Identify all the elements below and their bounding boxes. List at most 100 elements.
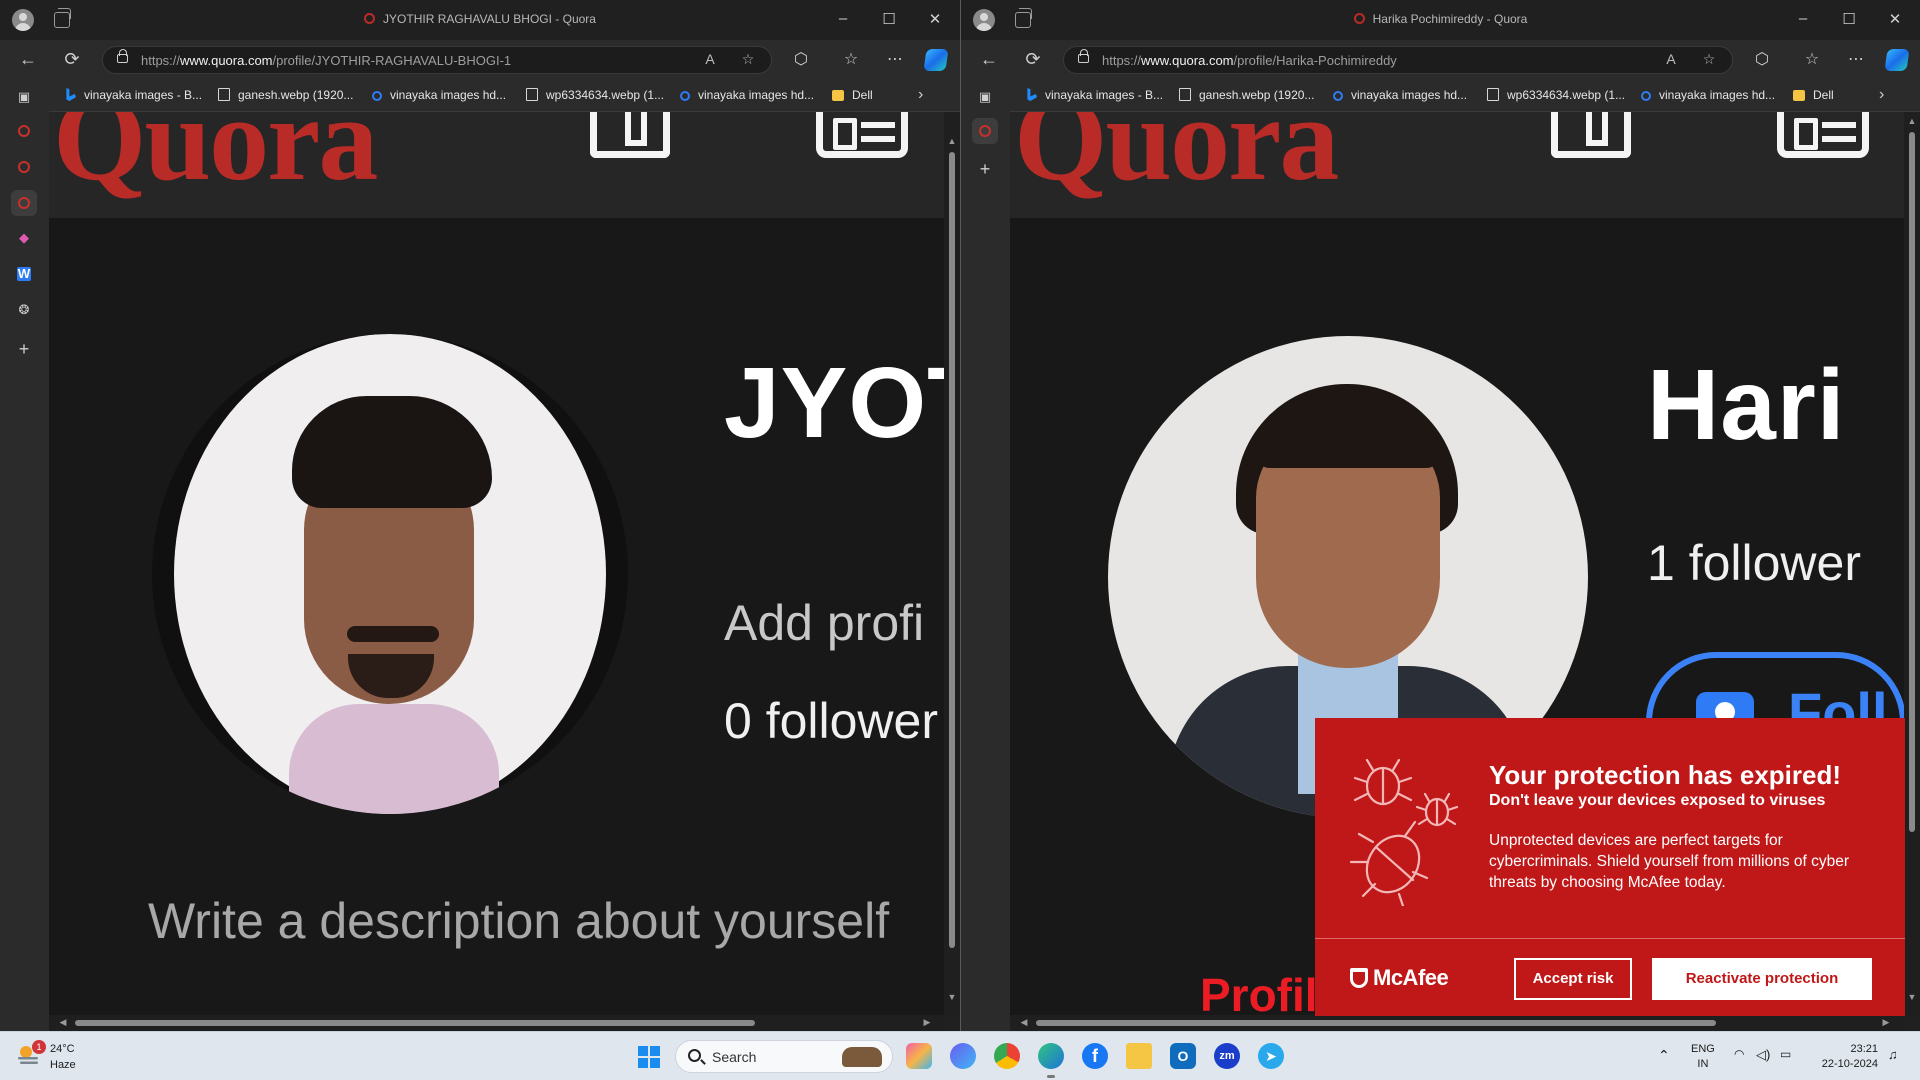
back-arrow-icon[interactable]: ← xyxy=(16,49,40,70)
tab-layout-icon[interactable]: ▣ xyxy=(978,90,992,104)
volume-icon[interactable]: ◁) xyxy=(1756,1047,1770,1063)
add-tab-icon[interactable]: + xyxy=(17,340,31,358)
sidebar-tab-active[interactable] xyxy=(972,118,998,144)
minimize-button[interactable]: – xyxy=(1793,10,1813,27)
followers-count[interactable]: 1 follower xyxy=(1647,534,1861,592)
maximize-button[interactable]: ☐ xyxy=(1839,10,1859,28)
minimize-button[interactable]: – xyxy=(833,10,853,27)
windows-start-icon[interactable] xyxy=(638,1046,660,1068)
read-aloud-icon[interactable]: A xyxy=(1662,51,1680,67)
quora-logo[interactable]: Quora xyxy=(53,112,378,208)
teams-app-icon[interactable] xyxy=(950,1043,976,1069)
vertical-scrollbar[interactable]: ▲ ▼ xyxy=(944,112,960,1017)
sidebar-tab-active[interactable] xyxy=(11,190,37,216)
scroll-thumb[interactable] xyxy=(949,152,955,948)
home-icon[interactable] xyxy=(1551,112,1631,158)
extensions-icon[interactable]: ⬡ xyxy=(1751,49,1773,69)
close-button[interactable]: ✕ xyxy=(1885,10,1905,28)
language-indicator[interactable]: ENG IN xyxy=(1691,1042,1715,1072)
horizontal-scrollbar[interactable]: ◀ ▶ xyxy=(1010,1015,1904,1031)
description-placeholder[interactable]: Write a description about yourself xyxy=(148,892,889,950)
favorite-item[interactable]: wp6334634.webp (1... xyxy=(1487,88,1625,102)
facebook-app-icon[interactable]: f xyxy=(1082,1043,1108,1069)
refresh-icon[interactable]: ⟳ xyxy=(60,49,84,70)
favorite-item[interactable]: vinayaka images - B... xyxy=(1025,88,1163,102)
favorites-icon[interactable]: ☆ xyxy=(840,49,862,69)
taskbar-search-box[interactable]: Search xyxy=(675,1040,893,1073)
weather-temperature[interactable]: 24°C xyxy=(50,1043,75,1055)
favorite-item[interactable]: vinayaka images hd... xyxy=(1333,88,1467,102)
scroll-thumb[interactable] xyxy=(1036,1020,1716,1026)
favorites-icon[interactable]: ☆ xyxy=(1801,49,1823,69)
battery-icon[interactable]: ▭ xyxy=(1780,1047,1791,1061)
sidebar-tab[interactable]: ❂ xyxy=(11,298,37,324)
clock[interactable]: 23:21 22-10-2024 xyxy=(1814,1042,1878,1072)
chrome-app-icon[interactable] xyxy=(994,1043,1020,1069)
file-explorer-icon[interactable] xyxy=(1126,1043,1152,1069)
chevron-right-icon[interactable]: › xyxy=(918,86,923,104)
notifications-bell-icon[interactable]: ♫ xyxy=(1888,1047,1898,1062)
vertical-scrollbar[interactable]: ▲ ▼ xyxy=(1904,112,1920,1017)
quora-logo[interactable]: Quora xyxy=(1014,112,1339,208)
address-bar[interactable]: https://www.quora.com/profile/JYOTHIR-RA… xyxy=(102,46,772,74)
wifi-icon[interactable]: ◠ xyxy=(1734,1047,1744,1061)
scroll-left-arrow-icon[interactable]: ◀ xyxy=(1016,1017,1032,1028)
favorite-item[interactable]: vinayaka images hd... xyxy=(372,88,506,102)
url-text[interactable]: https://www.quora.com/profile/Harika-Poc… xyxy=(1102,53,1397,68)
sidebar-tab[interactable]: ◆ xyxy=(11,226,37,252)
favorite-item[interactable]: vinayaka images hd... xyxy=(1641,88,1775,102)
sidebar-tab[interactable] xyxy=(11,154,37,180)
favorite-item[interactable]: ganesh.webp (1920... xyxy=(1179,88,1314,102)
accept-risk-button[interactable]: Accept risk xyxy=(1514,958,1632,1000)
scroll-right-arrow-icon[interactable]: ▶ xyxy=(1878,1017,1894,1028)
following-icon[interactable] xyxy=(1777,112,1869,158)
scroll-left-arrow-icon[interactable]: ◀ xyxy=(55,1017,71,1028)
favorite-item[interactable]: vinayaka images - B... xyxy=(64,88,202,102)
following-icon[interactable] xyxy=(816,112,908,158)
more-menu-icon[interactable]: ⋯ xyxy=(884,49,906,69)
scroll-right-arrow-icon[interactable]: ▶ xyxy=(919,1017,935,1028)
more-menu-icon[interactable]: ⋯ xyxy=(1845,49,1867,69)
weather-condition[interactable]: Haze xyxy=(50,1059,76,1071)
tab-layout-icon[interactable]: ▣ xyxy=(17,90,31,104)
read-aloud-icon[interactable]: A xyxy=(701,51,719,67)
favorite-item[interactable]: ganesh.webp (1920... xyxy=(218,88,353,102)
horizontal-scrollbar[interactable]: ◀ ▶ xyxy=(49,1015,944,1031)
favorite-item[interactable]: Dell xyxy=(1793,88,1834,102)
followers-count[interactable]: 0 follower xyxy=(724,692,938,750)
scroll-thumb[interactable] xyxy=(75,1020,755,1026)
extensions-icon[interactable]: ⬡ xyxy=(790,49,812,69)
address-bar[interactable]: https://www.quora.com/profile/Harika-Poc… xyxy=(1063,46,1733,74)
chevron-right-icon[interactable]: › xyxy=(1879,86,1884,104)
copilot-app-icon[interactable] xyxy=(906,1043,932,1069)
copilot-icon[interactable] xyxy=(1884,49,1910,71)
refresh-icon[interactable]: ⟳ xyxy=(1021,49,1045,70)
close-button[interactable]: ✕ xyxy=(925,10,945,28)
sidebar-tab[interactable]: W xyxy=(11,262,37,288)
favorite-star-icon[interactable]: ☆ xyxy=(739,51,757,68)
add-tab-icon[interactable]: + xyxy=(978,160,992,178)
scroll-down-arrow-icon[interactable]: ▼ xyxy=(1904,992,1920,1002)
favorite-item[interactable]: Dell xyxy=(832,88,873,102)
favorite-item[interactable]: wp6334634.webp (1... xyxy=(526,88,664,102)
maximize-button[interactable]: ☐ xyxy=(879,10,899,28)
url-text[interactable]: https://www.quora.com/profile/JYOTHIR-RA… xyxy=(141,53,511,68)
favorite-star-icon[interactable]: ☆ xyxy=(1700,51,1718,68)
scroll-down-arrow-icon[interactable]: ▼ xyxy=(944,992,960,1002)
back-arrow-icon[interactable]: ← xyxy=(977,49,1001,70)
sidebar-tab[interactable] xyxy=(11,118,37,144)
scroll-up-arrow-icon[interactable]: ▲ xyxy=(944,136,960,146)
home-icon[interactable] xyxy=(590,112,670,158)
scroll-up-arrow-icon[interactable]: ▲ xyxy=(1904,116,1920,126)
favorite-item[interactable]: vinayaka images hd... xyxy=(680,88,814,102)
zoom-app-icon[interactable]: zm xyxy=(1214,1043,1240,1069)
scroll-thumb[interactable] xyxy=(1909,132,1915,832)
reactivate-protection-button[interactable]: Reactivate protection xyxy=(1652,958,1872,1000)
tray-overflow-chevron-icon[interactable]: ⌃ xyxy=(1658,1047,1670,1064)
outlook-app-icon[interactable]: O xyxy=(1170,1043,1196,1069)
profile-photo[interactable] xyxy=(152,334,628,814)
add-credential-link[interactable]: Add profi xyxy=(724,594,924,652)
telegram-app-icon[interactable]: ➤ xyxy=(1258,1043,1284,1069)
edge-app-icon[interactable] xyxy=(1038,1043,1064,1078)
copilot-icon[interactable] xyxy=(923,49,949,71)
